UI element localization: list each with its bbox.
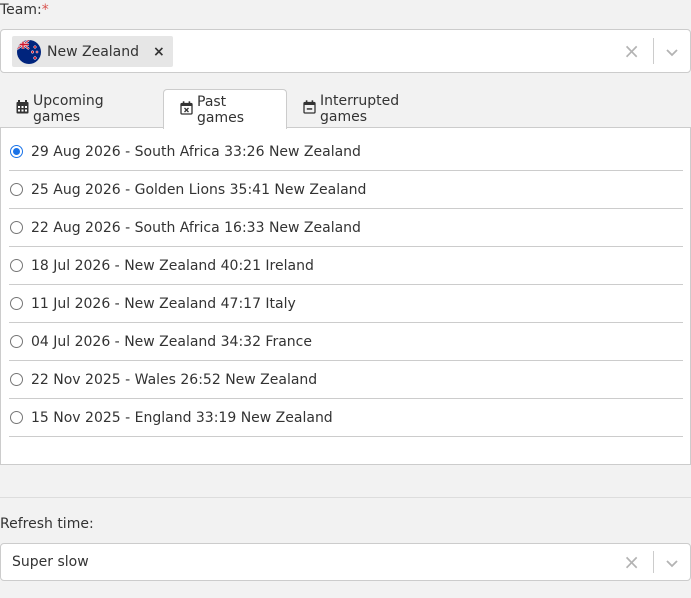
list-item[interactable]: 11 Jul 2026 - New Zealand 47:17 Italy [9, 285, 683, 323]
list-item[interactable]: 22 Nov 2025 - Wales 26:52 New Zealand [9, 361, 683, 399]
team-tag-label: New Zealand [47, 43, 139, 60]
tab-label: Interrupted games [320, 92, 400, 125]
tab-interrupted-games[interactable]: Interrupted games [287, 89, 457, 128]
game-label: 11 Jul 2026 - New Zealand 47:17 Italy [31, 295, 296, 312]
game-radio[interactable] [10, 411, 23, 424]
indicator-separator [653, 551, 654, 573]
chevron-down-icon[interactable] [665, 555, 679, 569]
list-item[interactable]: 25 Aug 2026 - Golden Lions 35:41 New Zea… [9, 171, 683, 209]
refresh-time-select[interactable]: Super slow × [0, 543, 691, 581]
clear-icon[interactable]: × [623, 41, 640, 61]
game-label: 04 Jul 2026 - New Zealand 34:32 France [31, 333, 312, 350]
game-radio[interactable] [10, 373, 23, 386]
game-label: 25 Aug 2026 - Golden Lions 35:41 New Zea… [31, 181, 367, 198]
game-label: 22 Nov 2025 - Wales 26:52 New Zealand [31, 371, 318, 388]
team-label: Team:* [0, 2, 49, 18]
game-radio[interactable] [10, 183, 23, 196]
game-radio[interactable] [10, 221, 23, 234]
list-item[interactable]: 15 Nov 2025 - England 33:19 New Zealand [9, 399, 683, 437]
game-label: 18 Jul 2026 - New Zealand 40:21 Ireland [31, 257, 314, 274]
new-zealand-flag-icon [17, 39, 41, 64]
calendar-x-icon [180, 100, 197, 119]
list-item[interactable]: 29 Aug 2026 - South Africa 33:26 New Zea… [9, 133, 683, 171]
list-item[interactable]: 22 Aug 2026 - South Africa 16:33 New Zea… [9, 209, 683, 247]
game-label: 15 Nov 2025 - England 33:19 New Zealand [31, 409, 333, 426]
tab-past-games[interactable]: Past games [163, 89, 287, 129]
refresh-time-value: Super slow [12, 554, 89, 570]
required-mark: * [41, 2, 49, 18]
games-tabs: Upcoming games Past games Interrupted ga… [0, 89, 691, 129]
game-label: 29 Aug 2026 - South Africa 33:26 New Zea… [31, 143, 361, 160]
game-radio[interactable] [10, 145, 23, 158]
list-item[interactable]: 04 Jul 2026 - New Zealand 34:32 France [9, 323, 683, 361]
remove-tag-button[interactable]: × [153, 44, 165, 60]
team-select[interactable]: New Zealand × × [0, 29, 691, 73]
calendar-icon [16, 99, 33, 118]
clear-icon[interactable]: × [623, 552, 640, 572]
chevron-down-icon[interactable] [665, 44, 679, 58]
calendar-minus-icon [303, 99, 320, 118]
tab-label: Upcoming games [33, 92, 104, 125]
game-list: 29 Aug 2026 - South Africa 33:26 New Zea… [9, 133, 683, 437]
section-divider [0, 497, 691, 498]
game-label: 22 Aug 2026 - South Africa 16:33 New Zea… [31, 219, 361, 236]
game-radio[interactable] [10, 335, 23, 348]
tab-label: Past games [197, 93, 245, 126]
list-item[interactable]: 18 Jul 2026 - New Zealand 40:21 Ireland [9, 247, 683, 285]
refresh-time-label: Refresh time: [0, 516, 94, 532]
game-radio[interactable] [10, 297, 23, 310]
tab-upcoming-games[interactable]: Upcoming games [0, 89, 164, 128]
past-games-panel: 29 Aug 2026 - South Africa 33:26 New Zea… [0, 127, 691, 465]
indicator-separator [653, 38, 654, 64]
team-tag: New Zealand × [12, 36, 173, 67]
game-radio[interactable] [10, 259, 23, 272]
